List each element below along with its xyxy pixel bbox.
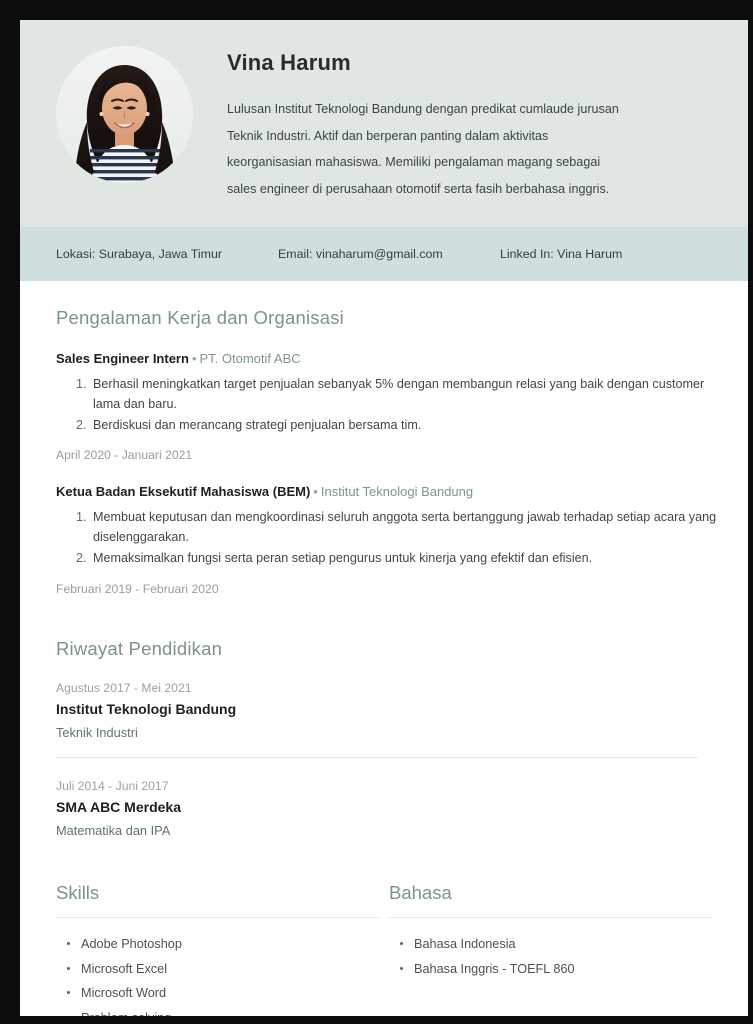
profile-summary: Lulusan Institut Teknologi Bandung denga…: [227, 102, 619, 197]
list-item: Membuat keputusan dan mengkoordinasi sel…: [76, 508, 717, 545]
list-item: Adobe Photoshop: [66, 932, 385, 957]
divider: [56, 917, 379, 919]
experience-role-line: Sales Engineer Intern • PT. Otomotif ABC: [56, 351, 718, 366]
experience-entry: Ketua Badan Eksekutif Mahasiswa (BEM) • In…: [56, 484, 718, 596]
skills-list: Adobe Photoshop Microsoft Excel Microsof…: [66, 932, 385, 1016]
experience-entry: Sales Engineer Intern • PT. Otomotif ABC B…: [56, 351, 718, 463]
experience-date: Februari 2019 - Februari 2020: [56, 582, 219, 597]
education-school: Institut Teknologi Bandung: [56, 701, 237, 718]
education-major: Teknik Industri: [56, 725, 138, 741]
list-item: Berhasil meningkatkan target penjualan s…: [76, 375, 705, 411]
languages-column: Bahasa Bahasa Indonesia Bahasa Inggris -…: [389, 882, 718, 1016]
education-major: Matematika dan IPA: [56, 823, 171, 839]
resume-header: Vina Harum Lulusan Institut Teknologi Ba…: [20, 20, 748, 227]
bullet-separator-icon: •: [313, 484, 318, 500]
list-item: Microsoft Excel: [66, 957, 385, 982]
divider: [389, 917, 712, 919]
person-photo-avatar: [56, 46, 193, 183]
page-title: Vina Harum: [227, 50, 351, 75]
screenshot-frame: Vina Harum Lulusan Institut Teknologi Ba…: [0, 0, 753, 1024]
bullet-separator-icon: •: [191, 350, 197, 366]
resume-body: Pengalaman Kerja dan Organisasi Sales En…: [20, 281, 748, 1016]
list-item: Bahasa Indonesia: [399, 932, 718, 957]
experience-role-line: Ketua Badan Eksekutif Mahasiswa (BEM) • In…: [56, 484, 718, 499]
section-title-skills: Skills: [56, 882, 100, 904]
list-item: Bahasa Inggris - TOEFL 860: [399, 957, 718, 982]
experience-role: Ketua Badan Eksekutif Mahasiswa (BEM): [56, 484, 311, 500]
contact-email[interactable]: Email: vinaharum@gmail.com: [278, 247, 500, 261]
contact-bar: Lokasi: Surabaya, Jawa Timur Email: vina…: [20, 226, 748, 281]
section-title-education: Riwayat Pendidikan: [56, 638, 223, 660]
section-title-languages: Bahasa: [389, 882, 452, 904]
education-section: Riwayat Pendidikan Agustus 2017 - Mei 20…: [56, 638, 718, 838]
resume-document: Vina Harum Lulusan Institut Teknologi Ba…: [20, 20, 748, 1016]
contact-location: Lokasi: Surabaya, Jawa Timur: [56, 246, 222, 261]
languages-list: Bahasa Indonesia Bahasa Inggris - TOEFL …: [399, 932, 718, 981]
header-text-block: Vina Harum Lulusan Institut Teknologi Ba…: [227, 46, 720, 203]
list-item: Microsoft Word: [66, 981, 385, 1006]
experience-organization: Institut Teknologi Bandung: [320, 484, 474, 500]
education-entry: Juli 2014 - Juni 2017 SMA ABC Merdeka Ma…: [56, 779, 718, 838]
list-item: Memaksimalkan fungsi serta peran setiap …: [76, 549, 593, 569]
skills-column: Skills Adobe Photoshop Microsoft Excel M…: [56, 882, 385, 1016]
education-entry: Agustus 2017 - Mei 2021 Institut Teknolo…: [56, 681, 718, 759]
contact-linkedin[interactable]: Linked In: Vina Harum: [500, 247, 622, 261]
profile-photo-avatar: [56, 46, 193, 183]
experience-duty-list: Berhasil meningkatkan target penjualan s…: [76, 375, 718, 436]
list-item: Berdiskusi dan merancang strategi penjua…: [76, 416, 422, 436]
skills-languages-row: Skills Adobe Photoshop Microsoft Excel M…: [56, 882, 718, 1016]
education-date: Juli 2014 - Juni 2017: [56, 779, 169, 794]
education-school: SMA ABC Merdeka: [56, 799, 181, 816]
experience-duty-list: Membuat keputusan dan mengkoordinasi sel…: [76, 508, 718, 569]
list-item: Problem solving: [66, 1006, 385, 1016]
divider: [56, 757, 698, 759]
section-title-experience: Pengalaman Kerja dan Organisasi: [56, 306, 344, 328]
education-date: Agustus 2017 - Mei 2021: [56, 681, 192, 696]
experience-organization: PT. Otomotif ABC: [199, 350, 301, 366]
experience-date: April 2020 - Januari 2021: [56, 448, 193, 463]
experience-role: Sales Engineer Intern: [56, 350, 189, 366]
